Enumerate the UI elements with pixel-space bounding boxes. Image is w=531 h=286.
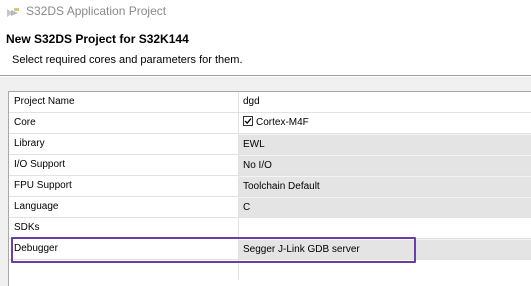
language-select[interactable]: C [239,197,531,217]
property-label: Language [9,197,239,217]
property-label-empty [9,260,239,280]
wizard-title: New S32DS Project for S32K144 [6,32,189,46]
app-icon [6,6,20,18]
check-icon [244,118,252,125]
property-label: I/O Support [9,155,239,175]
property-label: SDKs [9,218,239,238]
property-row-io-support: I/O Support No I/O [9,155,531,176]
property-row-project-name: Project Name dgd [9,92,531,113]
properties-table: Project Name dgd Core Cortex-M4F Library… [8,91,531,286]
property-label: Debugger [9,239,239,259]
property-value-empty [239,260,531,280]
fpu-support-select[interactable]: Toolchain Default [239,176,531,196]
window-title: S32DS Application Project [26,4,167,18]
title-bar: S32DS Application Project [0,0,531,24]
sdks-field[interactable] [239,218,531,238]
property-row-empty [9,260,531,281]
core-value: Cortex-M4F [239,113,531,133]
debugger-select[interactable]: Segger J-Link GDB server [239,239,531,259]
wizard-description: Select required cores and parameters for… [12,54,243,66]
wizard-header: New S32DS Project for S32K144 Select req… [0,24,531,74]
property-row-debugger: Debugger Segger J-Link GDB server [9,239,531,260]
property-row-language: Language C [9,197,531,218]
property-label: Library [9,134,239,154]
project-name-field[interactable]: dgd [239,92,531,112]
core-label[interactable]: Cortex-M4F [256,117,309,128]
property-row-library: Library EWL [9,134,531,155]
property-label: Project Name [9,92,239,112]
property-row-sdks: SDKs [9,218,531,239]
property-label: Core [9,113,239,133]
property-label: FPU Support [9,176,239,196]
core-checkbox[interactable] [243,116,253,127]
library-select[interactable]: EWL [239,134,531,154]
property-row-fpu-support: FPU Support Toolchain Default [9,176,531,197]
io-support-select[interactable]: No I/O [239,155,531,175]
property-row-core: Core Cortex-M4F [9,113,531,134]
